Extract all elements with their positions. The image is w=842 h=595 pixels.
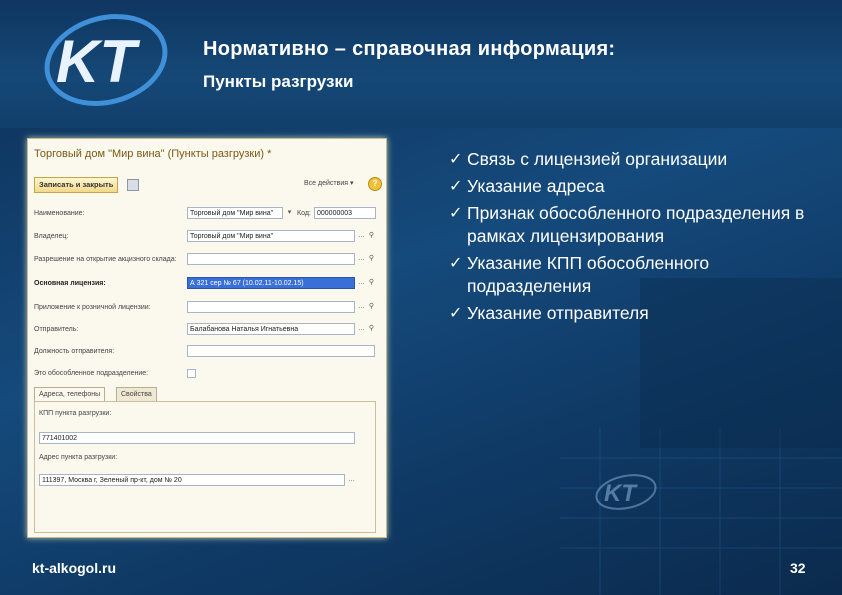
sender-row: Отправитель: Балабанова Наталья Игнатьев… <box>34 323 380 337</box>
slide-title: Нормативно – справочная информация: <box>203 38 616 60</box>
search-icon[interactable]: ⚲ <box>367 278 376 287</box>
retail-input[interactable] <box>187 301 355 313</box>
search-icon[interactable]: ⚲ <box>367 324 376 333</box>
retail-label: Приложение к розничной лицензии: <box>34 304 151 311</box>
list-item: ✓ Указание адреса <box>449 175 819 198</box>
list-item: ✓ Указание отправителя <box>449 302 819 325</box>
position-input[interactable] <box>187 345 375 357</box>
sender-label: Отправитель: <box>34 326 79 333</box>
checkmark-icon: ✓ <box>449 305 463 322</box>
form-title: Торговый дом "Мир вина" (Пункты разгрузк… <box>34 148 272 160</box>
select-icon[interactable]: … <box>357 231 366 240</box>
list-item-text: Указание КПП обособленного подразделения <box>467 253 710 296</box>
feature-list: ✓ Связь с лицензией организации ✓ Указан… <box>449 148 819 329</box>
form-toolbar: Записать и закрыть Все действия ▾ ? <box>34 177 382 193</box>
select-icon[interactable]: … <box>347 475 356 484</box>
permit-label: Разрешение на открытие акцизного склада: <box>34 256 177 263</box>
checkmark-icon: ✓ <box>449 255 463 272</box>
separate-label: Это обособленное подразделение: <box>34 370 149 377</box>
permit-row: Разрешение на открытие акцизного склада:… <box>34 253 380 267</box>
owner-label: Владелец: <box>34 233 69 240</box>
name-input[interactable]: Торговый дом "Мир вина" <box>187 207 283 219</box>
select-icon[interactable]: … <box>357 302 366 311</box>
svg-text:KT: KT <box>604 480 638 507</box>
list-item-text: Указание адреса <box>467 176 605 196</box>
search-icon[interactable]: ⚲ <box>367 254 376 263</box>
owner-input[interactable]: Торговый дом "Мир вина" <box>187 230 355 242</box>
separate-checkbox[interactable] <box>187 369 196 378</box>
checkmark-icon: ✓ <box>449 178 463 195</box>
name-row: Наименование: Торговый дом "Мир вина" ▾ … <box>34 207 380 221</box>
owner-row: Владелец: Торговый дом "Мир вина" … ⚲ <box>34 230 380 244</box>
permit-input[interactable] <box>187 253 355 265</box>
save-icon[interactable] <box>127 179 139 191</box>
checkmark-icon: ✓ <box>449 151 463 168</box>
license-input[interactable]: А 321 сер № 67 (10.02.11-10.02.15) <box>187 277 355 289</box>
license-row: Основная лицензия: А 321 сер № 67 (10.02… <box>34 277 380 291</box>
watermark-logo: KT <box>595 474 657 510</box>
company-logo: KT <box>44 14 168 106</box>
address-label: Адрес пункта разгрузки: <box>39 454 118 461</box>
list-item: ✓ Связь с лицензией организации <box>449 148 819 171</box>
save-and-close-button[interactable]: Записать и закрыть <box>34 177 119 193</box>
tab-addresses[interactable]: Адреса, телефоны <box>34 387 106 402</box>
list-item-text: Связь с лицензией организации <box>467 149 728 169</box>
license-label: Основная лицензия: <box>34 280 106 287</box>
list-item-text: Признак обособленного подразделения в ра… <box>467 203 805 246</box>
site-url: kt-alkogol.ru <box>32 560 117 576</box>
name-label: Наименование: <box>34 210 85 217</box>
search-icon[interactable]: ⚲ <box>367 231 376 240</box>
all-actions-menu[interactable]: Все действия ▾ <box>304 179 353 187</box>
help-icon[interactable]: ? <box>368 177 382 191</box>
unloading-point-form: Торговый дом "Мир вина" (Пункты разгрузк… <box>27 138 387 538</box>
select-icon[interactable]: … <box>357 324 366 333</box>
dropdown-icon[interactable]: ▾ <box>285 208 294 217</box>
list-item: ✓ Признак обособленного подразделения в … <box>449 202 819 248</box>
tab-panel: КПП пункта разгрузки: 771401002 Адрес пу… <box>34 401 376 533</box>
retail-row: Приложение к розничной лицензии: … ⚲ <box>34 301 380 315</box>
select-icon[interactable]: … <box>357 254 366 263</box>
select-icon[interactable]: … <box>357 278 366 287</box>
svg-text:KT: KT <box>56 28 140 95</box>
address-input[interactable]: 111397, Москва г, Зеленый пр-кт, дом № 2… <box>39 474 345 486</box>
sender-input[interactable]: Балабанова Наталья Игнатьевна <box>187 323 355 335</box>
separate-row: Это обособленное подразделение: <box>34 367 380 381</box>
page-number: 32 <box>790 560 806 576</box>
list-item: ✓ Указание КПП обособленного подразделен… <box>449 252 819 298</box>
kpp-input[interactable]: 771401002 <box>39 432 355 444</box>
kpp-label: КПП пункта разгрузки: <box>39 410 112 417</box>
slide-subtitle: Пункты разгрузки <box>203 72 354 91</box>
code-label: Код: <box>297 210 311 217</box>
list-item-text: Указание отправителя <box>467 303 649 323</box>
position-label: Должность отправителя: <box>34 348 115 355</box>
checkmark-icon: ✓ <box>449 205 463 222</box>
search-icon[interactable]: ⚲ <box>367 302 376 311</box>
code-input[interactable]: 000000003 <box>314 207 376 219</box>
tab-properties[interactable]: Свойства <box>116 387 157 402</box>
position-row: Должность отправителя: <box>34 345 380 359</box>
